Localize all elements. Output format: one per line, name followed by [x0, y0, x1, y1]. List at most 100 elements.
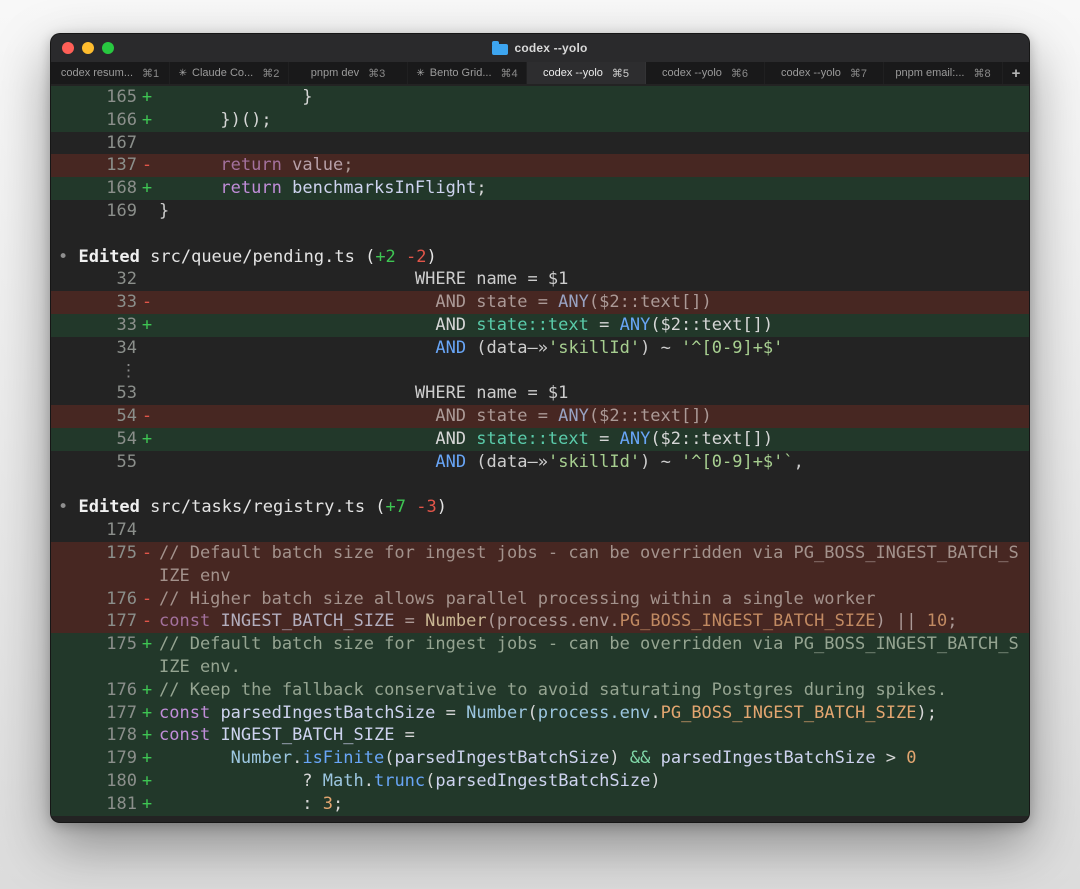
- code-segment: parsedIngestBatchSize: [660, 748, 876, 769]
- edit-summary: • Edited src/tasks/registry.ts (+7 -3): [58, 496, 1029, 519]
- tab-shortcut: ⌘6: [730, 67, 749, 80]
- tab-6[interactable]: codex --yolo ⌘6: [646, 62, 765, 84]
- hunk-ellipsis: ⋮: [120, 360, 137, 381]
- code-segment: -2: [406, 246, 427, 267]
- code-segment: ) ~: [640, 451, 682, 472]
- code-text: ? Math.trunc(parsedIngestBatchSize): [159, 770, 1029, 793]
- busy-indicator-icon: ✳: [178, 67, 188, 79]
- code-segment: ): [426, 246, 437, 267]
- code-segment: AND: [159, 314, 477, 335]
- diff-sign: +: [141, 679, 153, 700]
- code-segment: =: [435, 702, 467, 723]
- code-segment: :: [159, 793, 323, 814]
- code-text: const parsedIngestBatchSize = Number(pro…: [159, 702, 1029, 725]
- line-number: 55: [116, 451, 137, 472]
- diff-sign: -: [141, 588, 153, 609]
- tab-shortcut: ⌘5: [611, 67, 630, 80]
- code-segment: // Higher batch size allows parallel pro…: [159, 588, 876, 609]
- code-segment: >: [875, 748, 907, 769]
- code-segment: Math: [322, 770, 364, 791]
- tab-3[interactable]: pnpm dev ⌘3: [289, 62, 408, 84]
- line-number: 34: [116, 337, 137, 358]
- code-segment: =: [588, 428, 620, 449]
- diff-row-blank: [51, 223, 1029, 246]
- diff-row-ctx: 169}: [51, 200, 1029, 223]
- code-segment: ;: [343, 155, 354, 176]
- code-segment: AND state =: [159, 406, 559, 427]
- tab-shortcut: ⌘3: [368, 67, 386, 80]
- tab-shortcut: ⌘7: [849, 67, 868, 80]
- code-segment: WHERE name = $1: [159, 269, 569, 290]
- code-segment: ,: [793, 451, 804, 472]
- code-segment: =: [394, 725, 415, 746]
- diff-sign: +: [141, 793, 153, 814]
- zoom-button[interactable]: [102, 42, 114, 54]
- code-segment: `: [783, 451, 794, 472]
- code-segment: .: [292, 748, 303, 769]
- code-segment: );: [916, 702, 937, 723]
- code-segment: parsedIngestBatchSize: [220, 702, 436, 723]
- code-segment: .: [363, 770, 374, 791]
- diff-sign: -: [141, 155, 153, 176]
- code-text: }: [159, 200, 1029, 223]
- code-segment: —»: [527, 337, 548, 358]
- tab-1[interactable]: codex resum... ⌘1: [51, 62, 170, 84]
- code-segment: &&: [629, 748, 651, 769]
- tab-2[interactable]: ✳ Claude Co... ⌘2: [170, 62, 289, 84]
- tab-shortcut: ⌘1: [142, 67, 160, 80]
- line-number: 54: [116, 428, 137, 449]
- tab-5[interactable]: codex --yolo ⌘5: [527, 62, 646, 84]
- code-text: Number.isFinite(parsedIngestBatchSize) &…: [159, 747, 1029, 770]
- line-number: 177: [106, 702, 137, 723]
- tab-8[interactable]: pnpm email:... ⌘8: [884, 62, 1003, 84]
- diff-sign: +: [141, 634, 153, 655]
- code-segment: -3: [416, 497, 437, 518]
- diff-row-ctx: 53 WHERE name = $1: [51, 382, 1029, 405]
- new-tab-button[interactable]: +: [1003, 62, 1029, 84]
- busy-indicator-icon: ✳: [416, 67, 425, 79]
- code-text: AND (data—»'skillId') ~ '^[0-9]+$'`,: [159, 451, 1029, 474]
- code-text: AND state = ANY($2::text[]): [159, 405, 1029, 428]
- tab-4[interactable]: ✳ Bento Grid... ⌘4: [408, 62, 527, 84]
- code-segment: // Keep the fallback conservative to avo…: [159, 679, 948, 700]
- code-segment: }: [159, 87, 313, 107]
- code-segment: ANY: [558, 406, 589, 427]
- diff-row-ctx: 174: [51, 519, 1029, 542]
- code-segment: ANY: [619, 314, 651, 335]
- line-number: 166: [106, 109, 137, 130]
- code-segment: ): [650, 770, 661, 791]
- code-text: // Keep the fallback conservative to avo…: [159, 679, 1029, 702]
- code-segment: '^[0-9]+$': [681, 451, 784, 472]
- titlebar[interactable]: codex --yolo: [51, 34, 1029, 62]
- diff-row-header: • Edited src/queue/pending.ts (+2 -2): [51, 246, 1029, 269]
- code-segment: // Default batch size for ingest jobs - …: [159, 542, 1019, 586]
- diff-row-add: 33 + AND state::text = ANY($2::text[]): [51, 313, 1029, 337]
- code-segment: value: [292, 155, 344, 176]
- diff-row-del: 175-// Default batch size for ingest job…: [51, 541, 1029, 588]
- tab-label: Claude Co...: [192, 67, 254, 79]
- minimize-button[interactable]: [82, 42, 94, 54]
- code-segment: ): [609, 748, 630, 769]
- code-segment: PG_BOSS_INGEST_BATCH_SIZE: [619, 611, 876, 632]
- diff-row-ctx: 34 AND (data—»'skillId') ~ '^[0-9]+$': [51, 337, 1029, 360]
- code-segment: parsedIngestBatchSize: [394, 748, 610, 769]
- code-segment: src/tasks/registry.ts (: [139, 497, 386, 518]
- code-segment: =: [394, 611, 426, 632]
- code-text: AND (data—»'skillId') ~ '^[0-9]+$': [159, 337, 1029, 360]
- diff-row-add: 176 + // Keep the fallback conservative to…: [51, 678, 1029, 702]
- close-button[interactable]: [62, 42, 74, 54]
- code-text: WHERE name = $1: [159, 268, 1029, 291]
- line-number: 53: [116, 383, 137, 404]
- code-segment: 'skillId': [547, 451, 641, 472]
- diff-row-ctx: 55 AND (data—»'skillId') ~ '^[0-9]+$'`,: [51, 451, 1029, 474]
- tab-7[interactable]: codex --yolo ⌘7: [765, 62, 884, 84]
- diff-sign: +: [141, 314, 153, 335]
- code-segment: 0: [906, 748, 917, 769]
